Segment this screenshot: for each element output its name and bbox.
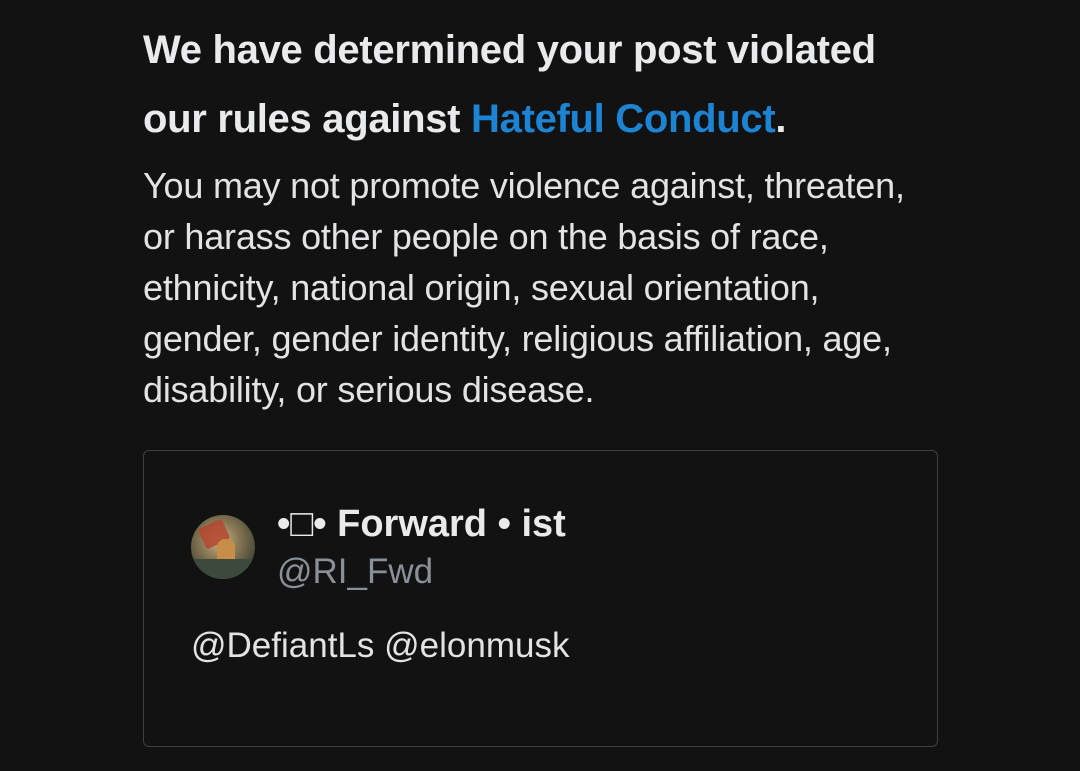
author-display-name[interactable]: •□• Forward • ist xyxy=(277,501,566,547)
post-text: @DefiantLs @elonmusk xyxy=(191,626,570,665)
hateful-conduct-link[interactable]: Hateful Conduct xyxy=(471,97,776,141)
profile-avatar-icon[interactable] xyxy=(191,515,255,579)
author-handle[interactable]: @RI_Fwd xyxy=(277,551,433,593)
headline-suffix: . xyxy=(775,97,787,141)
policy-description: You may not promote violence against, th… xyxy=(143,165,905,410)
violating-post-card[interactable]: •□• Forward • ist @RI_Fwd @DefiantLs @el… xyxy=(143,450,938,747)
violation-headline: We have determined your post violated ou… xyxy=(143,16,943,154)
violation-notice: We have determined your post violated ou… xyxy=(143,16,943,415)
